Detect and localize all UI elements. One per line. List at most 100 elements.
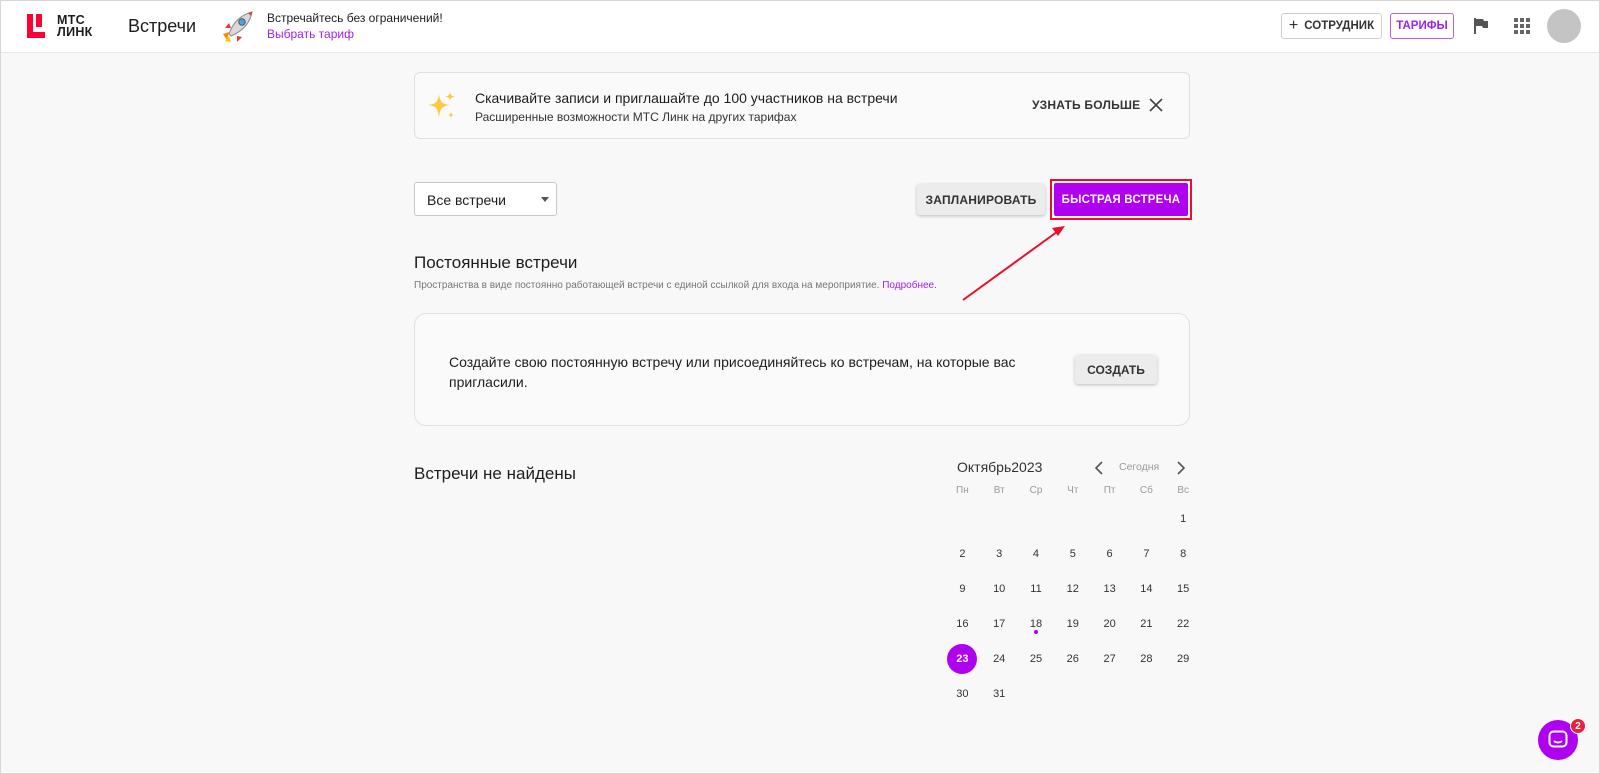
chevron-down-icon bbox=[541, 197, 549, 202]
calendar-day[interactable]: 18 bbox=[1018, 606, 1055, 641]
permanent-meetings-title: Постоянные встречи bbox=[414, 253, 578, 272]
calendar-day-number: 17 bbox=[993, 617, 1006, 630]
calendar-day-number: 1 bbox=[1180, 512, 1187, 525]
calendar-today-button[interactable]: Сегодня bbox=[1119, 461, 1159, 473]
calendar-day-number: 9 bbox=[959, 582, 966, 595]
calendar-day[interactable]: 31 bbox=[981, 676, 1018, 711]
calendar-day[interactable]: 26 bbox=[1054, 641, 1091, 676]
quick-meeting-button[interactable]: БЫСТРАЯ ВСТРЕЧА bbox=[1054, 183, 1188, 216]
calendar-day[interactable]: 25 bbox=[1018, 641, 1055, 676]
close-icon[interactable] bbox=[1149, 98, 1163, 112]
calendar-day[interactable]: 29 bbox=[1165, 641, 1202, 676]
calendar-day[interactable]: 5 bbox=[1054, 536, 1091, 571]
permanent-card-text: Создайте свою постоянную встречу или при… bbox=[449, 354, 1016, 390]
calendar-day-selected[interactable]: 23 bbox=[944, 641, 981, 676]
calendar-blank-cell bbox=[1054, 501, 1091, 536]
calendar-day[interactable]: 17 bbox=[981, 606, 1018, 641]
chevron-left-icon[interactable] bbox=[1094, 461, 1104, 475]
chevron-right-icon[interactable] bbox=[1176, 461, 1186, 475]
calendar-day[interactable]: 14 bbox=[1128, 571, 1165, 606]
chat-unread-badge: 2 bbox=[1570, 718, 1586, 734]
calendar-day-number: 14 bbox=[1140, 582, 1153, 595]
calendar-day[interactable]: 1 bbox=[1165, 501, 1202, 536]
banner-title: Скачивайте записи и приглашайте до 100 у… bbox=[475, 90, 898, 106]
calendar-day-number: 21 bbox=[1140, 617, 1153, 630]
calendar-day-number: 10 bbox=[993, 582, 1006, 595]
permanent-description-text: Пространства в виде постоянно работающей… bbox=[414, 280, 880, 291]
apps-grid-icon[interactable] bbox=[1514, 18, 1530, 34]
calendar-day-number: 4 bbox=[1032, 547, 1040, 560]
flag-icon[interactable] bbox=[1473, 17, 1489, 35]
calendar-day[interactable]: 21 bbox=[1128, 606, 1165, 641]
schedule-button[interactable]: ЗАПЛАНИРОВАТЬ bbox=[917, 184, 1045, 215]
calendar-day-number: 13 bbox=[1103, 582, 1116, 595]
calendar-day-number: 26 bbox=[1066, 652, 1079, 665]
calendar-day[interactable]: 9 bbox=[944, 571, 981, 606]
promo-title: Встречайтесь без ограничений! bbox=[267, 11, 443, 25]
tariffs-button[interactable]: ТАРИФЫ bbox=[1390, 13, 1454, 39]
calendar-blank-cell bbox=[1128, 501, 1165, 536]
calendar-day-number: 24 bbox=[993, 652, 1006, 665]
permanent-meetings-description: Пространства в виде постоянно работающей… bbox=[414, 280, 937, 291]
calendar: Октябрь2023 Сегодня Пн Вт Ср Чт Пт Сб Вс 12345… bbox=[944, 457, 1200, 727]
calendar-day[interactable]: 6 bbox=[1091, 536, 1128, 571]
calendar-day[interactable]: 2 bbox=[944, 536, 981, 571]
calendar-blank-cell bbox=[981, 501, 1018, 536]
learn-more-button[interactable]: УЗНАТЬ БОЛЬШЕ bbox=[1032, 98, 1140, 112]
weekday-label: Пн bbox=[956, 485, 969, 496]
calendar-day-number: 18 bbox=[1029, 617, 1043, 630]
calendar-day-number: 2 bbox=[959, 547, 966, 560]
filter-selected-value: Все встречи bbox=[427, 192, 506, 208]
calendar-day[interactable]: 16 bbox=[944, 606, 981, 641]
calendar-day[interactable]: 24 bbox=[981, 641, 1018, 676]
app-title: Встречи bbox=[128, 16, 197, 36]
weekday-label: Вт bbox=[993, 485, 1005, 496]
mts-link-logo[interactable]: МТС ЛИНК bbox=[25, 13, 93, 39]
meetings-filter-select[interactable]: Все встречи bbox=[414, 182, 557, 216]
annotation-arrow bbox=[962, 226, 1065, 301]
no-meetings-title: Встречи не найдены bbox=[414, 464, 576, 483]
choose-tariff-link[interactable]: Выбрать тариф bbox=[267, 27, 354, 41]
logo-text: МТС ЛИНК bbox=[57, 14, 93, 39]
more-info-link[interactable]: Подробнее. bbox=[882, 280, 937, 291]
calendar-day-number: 20 bbox=[1103, 617, 1116, 630]
calendar-day-number: 27 bbox=[1103, 652, 1116, 665]
calendar-day[interactable]: 13 bbox=[1091, 571, 1128, 606]
calendar-day-number: 31 bbox=[993, 687, 1006, 700]
calendar-day-number: 28 bbox=[1140, 652, 1153, 665]
calendar-day[interactable]: 30 bbox=[944, 676, 981, 711]
calendar-weekday-row: Пн Вт Ср Чт Пт Сб Вс bbox=[944, 485, 1200, 496]
user-avatar[interactable] bbox=[1547, 9, 1581, 43]
calendar-day[interactable]: 4 bbox=[1018, 536, 1055, 571]
calendar-day[interactable]: 8 bbox=[1165, 536, 1202, 571]
calendar-day[interactable]: 12 bbox=[1054, 571, 1091, 606]
calendar-day-number: 15 bbox=[1177, 582, 1190, 595]
calendar-blank-cell bbox=[1018, 501, 1055, 536]
calendar-day[interactable]: 19 bbox=[1054, 606, 1091, 641]
calendar-day-number: 23 bbox=[947, 643, 978, 674]
calendar-blank-cell bbox=[1091, 501, 1128, 536]
calendar-day-number: 12 bbox=[1066, 582, 1079, 595]
calendar-day[interactable]: 7 bbox=[1128, 536, 1165, 571]
calendar-day-number: 19 bbox=[1066, 617, 1079, 630]
calendar-day[interactable]: 10 bbox=[981, 571, 1018, 606]
calendar-day-number: 8 bbox=[1180, 547, 1187, 560]
calendar-days-grid: 1 2 3 4 5 6 7 8 9 10 11 12 13 14 15 16 17 18 19 20 21 22 23 24 2… bbox=[944, 501, 1200, 711]
calendar-day[interactable]: 20 bbox=[1091, 606, 1128, 641]
calendar-day-number: 25 bbox=[1029, 652, 1043, 665]
calendar-day-number: 30 bbox=[956, 687, 969, 700]
calendar-day-number: 16 bbox=[956, 617, 969, 630]
calendar-day[interactable]: 27 bbox=[1091, 641, 1128, 676]
calendar-day[interactable]: 3 bbox=[981, 536, 1018, 571]
add-employee-button[interactable]: + СОТРУДНИК bbox=[1281, 13, 1382, 39]
calendar-day[interactable]: 11 bbox=[1018, 571, 1055, 606]
calendar-day[interactable]: 15 bbox=[1165, 571, 1202, 606]
add-employee-label: СОТРУДНИК bbox=[1304, 20, 1375, 32]
calendar-day-number: 3 bbox=[996, 547, 1003, 560]
calendar-day[interactable]: 28 bbox=[1128, 641, 1165, 676]
top-bar: МТС ЛИНК Встречи Встречайтесь без ограни… bbox=[1, 1, 1599, 53]
create-button[interactable]: СОЗДАТЬ bbox=[1075, 355, 1157, 384]
calendar-day-number: 6 bbox=[1106, 547, 1113, 560]
weekday-label: Чт bbox=[1067, 485, 1079, 496]
calendar-day[interactable]: 22 bbox=[1165, 606, 1202, 641]
